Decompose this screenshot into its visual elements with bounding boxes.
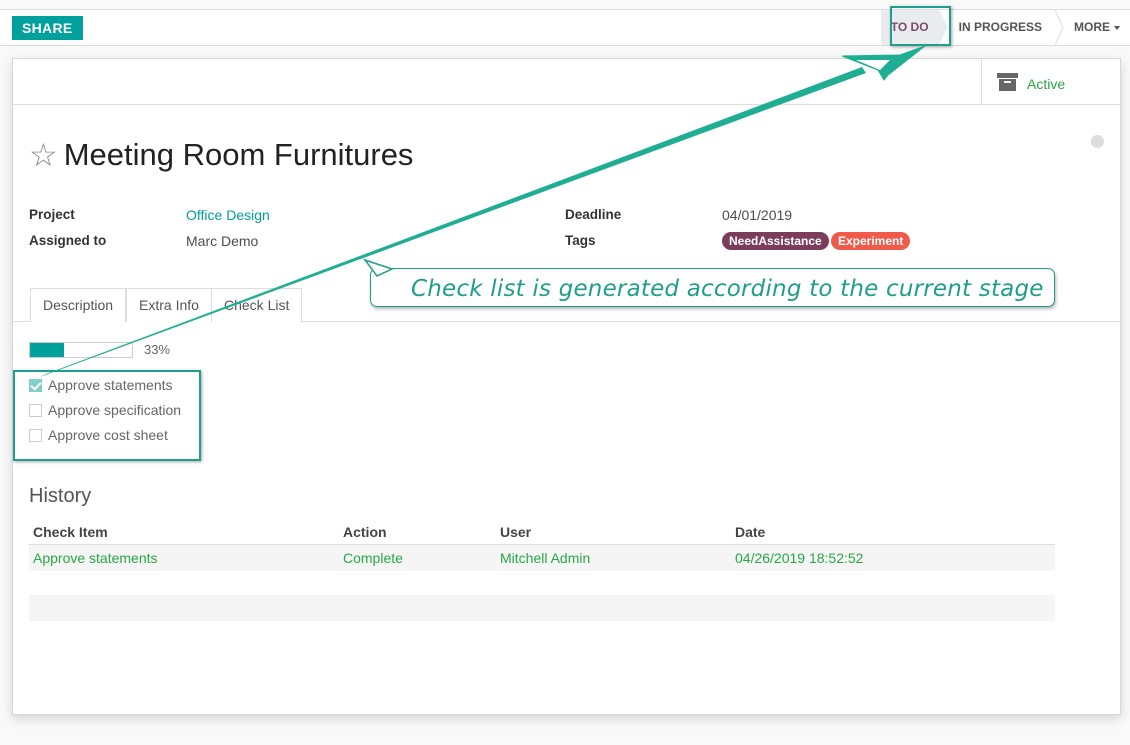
assigned-field[interactable]: Marc Demo bbox=[186, 233, 258, 249]
active-label: Active bbox=[1027, 76, 1066, 92]
annotation-callout: Check list is generated according to the… bbox=[370, 268, 1055, 307]
tab-check-list[interactable]: Check List bbox=[211, 288, 303, 323]
share-button[interactable]: SHARE bbox=[12, 16, 83, 40]
assigned-label: Assigned to bbox=[29, 233, 107, 248]
progress-percent: 33% bbox=[144, 342, 171, 357]
checklist-progress-bar bbox=[29, 342, 133, 358]
table-cell: Complete bbox=[343, 550, 403, 566]
column-header: Check Item bbox=[33, 524, 108, 540]
page-title: Meeting Room Furnitures bbox=[63, 137, 414, 172]
table-cell: Approve statements bbox=[33, 550, 158, 566]
table-cell: 04/26/2019 18:52:52 bbox=[735, 550, 864, 566]
column-header: Action bbox=[343, 524, 387, 540]
table-cell: Mitchell Admin bbox=[500, 550, 591, 566]
stage-todo[interactable]: TO DO bbox=[880, 10, 948, 45]
stage-bar: TO DO IN PROGRESS MORE bbox=[880, 10, 1130, 45]
tab-description[interactable]: Description bbox=[30, 288, 127, 322]
tab-extra-info[interactable]: Extra Info bbox=[126, 288, 212, 322]
checklist-item[interactable]: Approve cost sheet bbox=[29, 427, 168, 443]
tag-badge[interactable]: NeedAssistance bbox=[722, 232, 829, 250]
active-toggle-button[interactable]: Active bbox=[981, 59, 1120, 105]
checklist-item[interactable]: Approve statements bbox=[29, 377, 173, 393]
button-box: Active bbox=[13, 59, 1120, 105]
progress-fill bbox=[30, 343, 64, 357]
stage-more-label: MORE bbox=[1074, 20, 1110, 34]
table-row[interactable]: Approve statements Complete Mitchell Adm… bbox=[29, 545, 1055, 571]
kanban-state-dot[interactable] bbox=[1091, 135, 1104, 148]
tags-label: Tags bbox=[565, 233, 596, 248]
tag-badge[interactable]: Experiment bbox=[831, 232, 911, 250]
checklist-item-label: Approve specification bbox=[48, 402, 182, 418]
history-title: History bbox=[29, 485, 92, 507]
annotation-text: Check list is generated according to the… bbox=[411, 276, 1044, 302]
project-label: Project bbox=[29, 207, 75, 222]
column-header: Date bbox=[735, 524, 766, 540]
history-table: Check Item Action User Date Approve stat… bbox=[29, 519, 1055, 621]
stage-more-dropdown[interactable]: MORE bbox=[1058, 10, 1130, 45]
stage-separator-icon bbox=[1054, 10, 1064, 45]
checklist-item[interactable]: Approve specification bbox=[29, 402, 181, 418]
history-header: Check Item Action User Date bbox=[29, 519, 1055, 545]
checkbox-checked[interactable] bbox=[29, 378, 42, 392]
stage-in-progress[interactable]: IN PROGRESS bbox=[938, 10, 1058, 45]
star-outline-icon[interactable]: ☆ bbox=[29, 139, 58, 171]
checkbox-unchecked[interactable] bbox=[29, 403, 42, 417]
checklist-item-label: Approve statements bbox=[48, 377, 173, 393]
project-link[interactable]: Office Design bbox=[186, 207, 270, 223]
checkbox-unchecked[interactable] bbox=[29, 428, 42, 442]
deadline-label: Deadline bbox=[565, 207, 622, 222]
control-panel: SHARE TO DO IN PROGRESS MORE bbox=[0, 9, 1130, 46]
table-row-empty bbox=[29, 595, 1055, 621]
caret-down-icon bbox=[1114, 25, 1120, 30]
form-sheet: Active ☆ Meeting Room Furnitures Project… bbox=[12, 58, 1121, 715]
archive-icon bbox=[997, 73, 1018, 91]
checklist-item-label: Approve cost sheet bbox=[48, 427, 168, 443]
column-header: User bbox=[500, 524, 532, 540]
deadline-field[interactable]: 04/01/2019 bbox=[722, 207, 792, 223]
stage-in-progress-label: IN PROGRESS bbox=[958, 20, 1042, 34]
title-row: ☆ Meeting Room Furnitures bbox=[29, 137, 413, 173]
